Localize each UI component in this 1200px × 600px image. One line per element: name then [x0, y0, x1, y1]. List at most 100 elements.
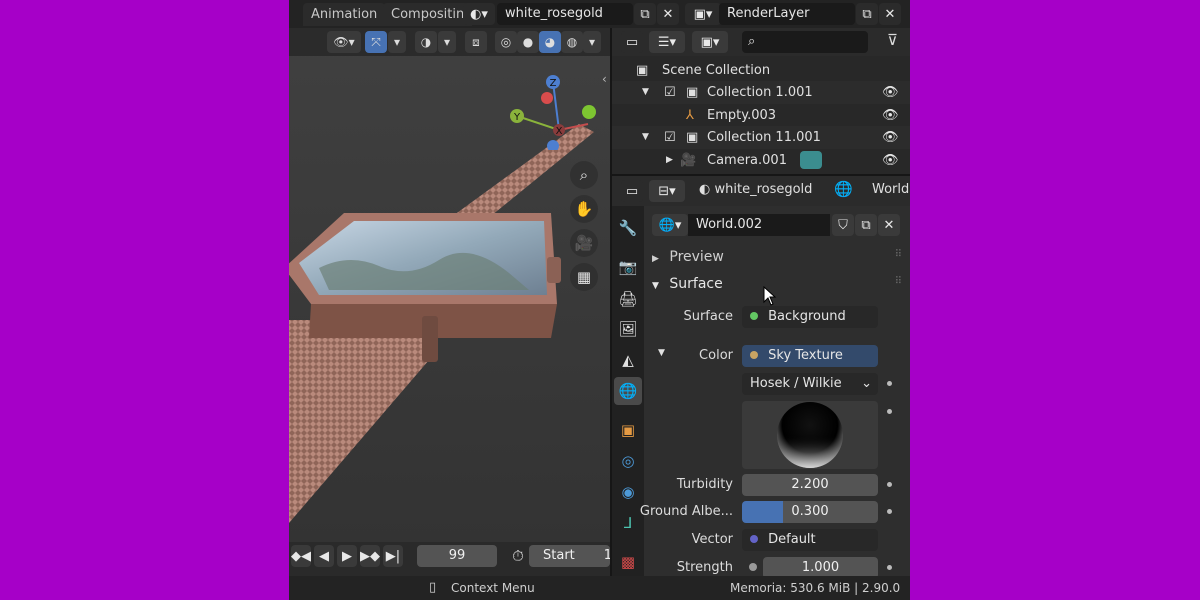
tool-tab-icon[interactable]: 🔧: [614, 214, 642, 242]
gizmo-toggle[interactable]: ⤧: [365, 31, 387, 53]
overlay-dropdown[interactable]: ▾: [438, 31, 456, 53]
camera-icon[interactable]: 🎥: [570, 229, 598, 257]
close-icon[interactable]: ✕: [879, 3, 901, 25]
world-browse-button[interactable]: 🌐▾: [652, 214, 688, 236]
breadcrumb-world-label[interactable]: World.: [872, 182, 910, 197]
surface-shader-field[interactable]: Background: [742, 306, 878, 328]
duplicate-icon[interactable]: ⧉: [634, 3, 656, 25]
keyframe-dot-icon[interactable]: [887, 565, 892, 570]
properties-context-dropdown[interactable]: ⊟▾: [649, 180, 685, 202]
material-name-field[interactable]: white_rosegold: [497, 3, 633, 25]
z-neg-handle[interactable]: [547, 140, 559, 150]
play-icon[interactable]: ▶: [337, 545, 357, 567]
jump-keyframe-back-icon[interactable]: ◆◀: [291, 545, 311, 567]
wireframe-shading[interactable]: ◎: [495, 31, 517, 53]
material-browse-button[interactable]: ◐▾: [463, 3, 495, 25]
keyframe-dot-icon[interactable]: [887, 381, 892, 386]
outliner-row-collection-1[interactable]: ▼ ☑ ▣ Collection 1.001 👁: [612, 81, 910, 104]
tab-compositing[interactable]: Compositin: [383, 3, 473, 26]
material-preview-icon: ◕: [544, 35, 556, 49]
expand-arrow-icon[interactable]: ▶: [666, 149, 673, 172]
outliner-row-camera[interactable]: ▶ 🎥 Camera.001 👁: [612, 149, 910, 172]
world-name-field[interactable]: World.002: [688, 214, 830, 236]
fake-user-shield-icon[interactable]: ⛉: [832, 214, 854, 236]
drag-handle-icon[interactable]: ⠿: [895, 276, 902, 287]
ground-albedo-slider[interactable]: 0.300: [742, 501, 878, 523]
current-frame-field[interactable]: 99: [417, 545, 497, 567]
expand-arrow-icon[interactable]: ▼: [642, 126, 649, 149]
render-tab-icon[interactable]: 📷: [614, 253, 642, 281]
properties-editor-icon[interactable]: ▭: [621, 180, 643, 202]
rendered-shading[interactable]: ◍: [561, 31, 583, 53]
camera-data-icon[interactable]: [800, 151, 822, 169]
x-neg-handle[interactable]: [541, 92, 553, 104]
play-reverse-icon[interactable]: ◀: [314, 545, 334, 567]
filter-icon[interactable]: ⊽: [887, 31, 898, 49]
object-tab-icon[interactable]: ▣: [614, 416, 642, 444]
tab-animation[interactable]: Animation: [303, 3, 386, 26]
zoom-icon[interactable]: ⌕: [570, 161, 598, 189]
world-icon: 🌐: [834, 180, 853, 198]
grid-icon[interactable]: ▦: [570, 263, 598, 291]
eye-icon[interactable]: 👁: [882, 126, 899, 149]
eye-icon[interactable]: 👁: [882, 104, 899, 127]
filter-view-dropdown[interactable]: ▣▾: [692, 31, 728, 53]
sky-type-dropdown[interactable]: Hosek / Wilkie ⌄: [742, 373, 878, 395]
visibility-dropdown[interactable]: 👁▾: [327, 31, 361, 53]
display-mode-dropdown[interactable]: ☰▾: [649, 31, 685, 53]
view-layer-tab-icon[interactable]: 🖼: [614, 315, 642, 343]
xray-toggle[interactable]: ⧈: [465, 31, 487, 53]
panel-preview-header[interactable]: ▶ Preview ⠿: [652, 249, 902, 265]
y-axis-label: Y: [513, 112, 521, 123]
overlay-toggle[interactable]: ◑: [415, 31, 437, 53]
close-icon[interactable]: ✕: [878, 214, 900, 236]
output-tab-icon[interactable]: 🖨: [614, 285, 642, 313]
world-icon: 🌐▾: [658, 217, 682, 233]
solid-icon: ●: [522, 35, 534, 49]
outliner-editor-icon[interactable]: ▭: [621, 31, 643, 53]
keyframe-dot-icon[interactable]: [887, 409, 892, 414]
outliner-search-input[interactable]: ⌕: [742, 31, 868, 53]
outliner-row-empty[interactable]: ⅄ Empty.003 👁: [612, 104, 910, 127]
duplicate-icon[interactable]: ⧉: [855, 214, 877, 236]
outliner-row-collection-11[interactable]: ▼ ☑ ▣ Collection 11.001 👁: [612, 126, 910, 149]
scene-tab-icon[interactable]: ◭: [614, 346, 642, 374]
color-input-field[interactable]: Sky Texture: [742, 345, 878, 367]
drag-handle-icon[interactable]: ⠿: [895, 249, 902, 260]
color-input-label: Sky Texture: [768, 348, 843, 363]
keyframe-dot-icon[interactable]: [887, 482, 892, 487]
checkbox-icon[interactable]: ☑: [664, 81, 676, 104]
duplicate-icon[interactable]: ⧉: [856, 3, 878, 25]
vector-input-label: Default: [768, 532, 816, 547]
y-neg-handle[interactable]: [582, 105, 596, 119]
start-frame-field[interactable]: Start 1: [529, 545, 612, 567]
jump-keyframe-forward-icon[interactable]: ▶◆: [360, 545, 380, 567]
material-shading[interactable]: ◕: [539, 31, 561, 53]
sidebar-toggle-icon[interactable]: ‹: [602, 72, 607, 86]
turbidity-field[interactable]: 2.200: [742, 474, 878, 496]
expand-arrow-icon[interactable]: ▼: [642, 81, 649, 104]
gizmo-dropdown[interactable]: ▾: [388, 31, 406, 53]
eye-icon[interactable]: 👁: [882, 81, 899, 104]
eye-icon[interactable]: 👁: [882, 149, 899, 172]
checkbox-icon[interactable]: ☑: [664, 126, 676, 149]
color-label: Color: [699, 348, 733, 363]
navigation-gizmo[interactable]: Z Y X: [501, 70, 601, 150]
vector-label: Vector: [691, 532, 733, 547]
breadcrumb-material[interactable]: ◐ white_rosegold: [699, 182, 812, 197]
render-layer-browse-button[interactable]: ▣▾: [685, 3, 721, 25]
panel-surface-header[interactable]: ▼ Surface ⠿: [652, 276, 902, 292]
world-tab-icon[interactable]: 🌐: [614, 377, 642, 405]
rendered-icon: ◍: [566, 35, 578, 49]
render-layer-field[interactable]: RenderLayer: [719, 3, 855, 25]
shading-dropdown[interactable]: ▾: [583, 31, 601, 53]
hand-pan-icon[interactable]: ✋: [570, 195, 598, 223]
scene-collection-row[interactable]: ▣ Scene Collection: [612, 59, 910, 82]
keyframe-dot-icon[interactable]: [887, 509, 892, 514]
stopwatch-icon[interactable]: ⏱: [507, 545, 529, 567]
modifier-tab-icon[interactable]: ◎: [614, 447, 642, 475]
jump-end-icon[interactable]: ▶|: [383, 545, 403, 567]
close-icon[interactable]: ✕: [657, 3, 679, 25]
vector-input-field[interactable]: Default: [742, 529, 878, 551]
solid-shading[interactable]: ●: [517, 31, 539, 53]
